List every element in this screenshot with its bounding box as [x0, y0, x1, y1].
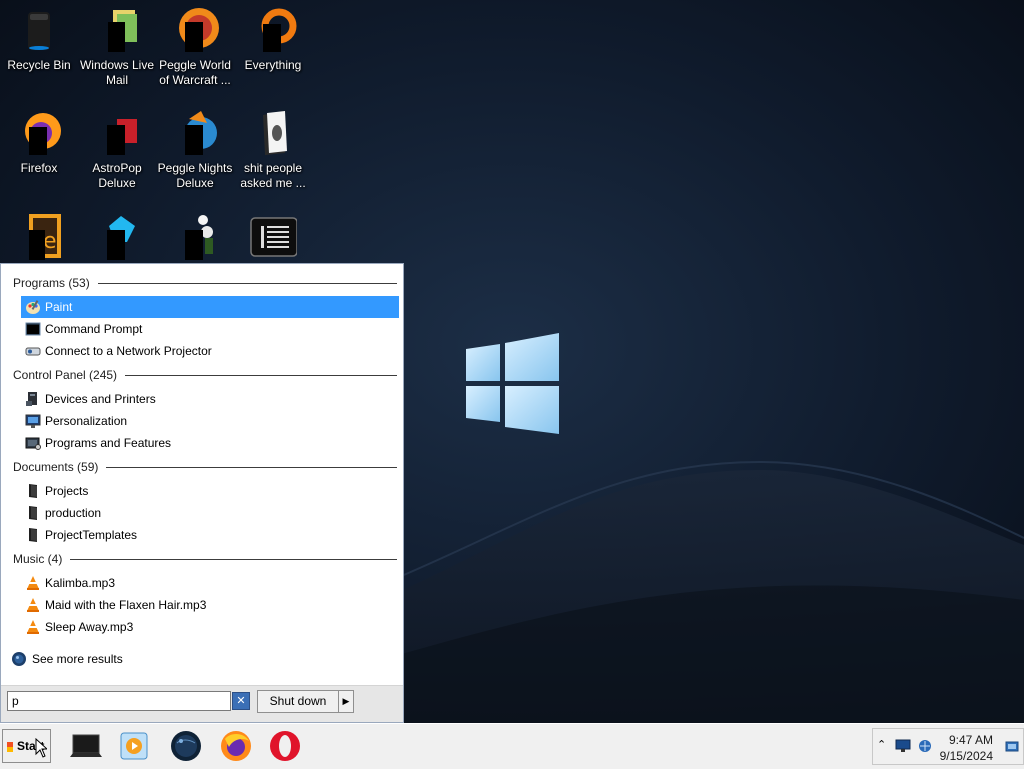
peggle-world-of-warcraft-icon [171, 6, 219, 54]
result-item-network-projector[interactable]: Connect to a Network Projector [21, 340, 399, 362]
system-tray: ⌃ 9:47 AM 9/15/2024 [872, 728, 1024, 765]
desktop-icon-flower[interactable] [156, 212, 234, 260]
start-menu-bottom-bar: ✕ Shut down ▶ [1, 685, 403, 722]
media-player-icon [120, 732, 148, 760]
command-prompt-icon [25, 321, 41, 337]
personalization-icon [25, 413, 41, 429]
vlc-icon [25, 575, 41, 591]
desktop-icon-label: Peggle Nights Deluxe [157, 161, 233, 190]
taskbar-app-globe[interactable] [169, 729, 203, 763]
result-item-project-templates[interactable]: ProjectTemplates [21, 524, 399, 546]
result-item-maid-with-flaxen-hair[interactable]: Maid with the Flaxen Hair.mp3 [21, 594, 399, 616]
clock-time: 9:47 AM [948, 733, 993, 747]
taskbar-app-laptop[interactable] [69, 729, 103, 763]
result-item-sleep-away[interactable]: Sleep Away.mp3 [21, 616, 399, 638]
chevron-up-icon[interactable]: ⌃ [877, 738, 886, 751]
desktop-icon-folder[interactable]: shit people asked me ... [234, 109, 312, 191]
shut-down-button[interactable]: Shut down [257, 690, 339, 713]
shut-down-options-arrow-icon[interactable]: ▶ [338, 690, 354, 713]
desktop-icon-astropop[interactable]: AstroPop Deluxe [78, 109, 156, 191]
search-input[interactable] [7, 691, 231, 711]
desktop-icon-label: Firefox [20, 161, 58, 175]
desktop-icon-label: shit people asked me ... [240, 161, 306, 190]
desktop-icon-recycle-bin[interactable]: Recycle Bin [0, 6, 78, 73]
svg-text:e: e [43, 229, 57, 254]
see-more-results-link[interactable]: See more results [11, 650, 123, 668]
taskbar-app-opera[interactable] [268, 729, 302, 763]
result-item-programs-and-features[interactable]: Programs and Features [21, 432, 399, 454]
document-icon [25, 505, 41, 521]
desktop-icon-peggle-wow[interactable]: Peggle World of Warcraft ... [156, 6, 234, 88]
desktop-icon-label: Windows Live Mail [79, 58, 155, 87]
desktop-icon-firefox[interactable]: Firefox [0, 109, 78, 176]
result-item-paint[interactable]: Paint [21, 296, 399, 318]
recycle-bin-icon [15, 6, 63, 54]
gem-app-icon [93, 212, 141, 260]
result-item-personalization[interactable]: Personalization [21, 410, 399, 432]
firefox-icon [15, 109, 63, 157]
peggle-nights-deluxe-icon [171, 109, 219, 157]
result-item-kalimba[interactable]: Kalimba.mp3 [21, 572, 399, 594]
taskbar-app-media-player[interactable] [118, 729, 152, 763]
desktop-icon-windows-live-mail[interactable]: Windows Live Mail [78, 6, 156, 88]
result-item-production[interactable]: production [21, 502, 399, 524]
windows-live-mail-icon [93, 6, 141, 54]
adobe-app-icon: e [15, 212, 63, 260]
firefox-icon [221, 731, 251, 761]
clock[interactable]: 9:47 AM 9/15/2024 [940, 732, 993, 764]
group-header-programs: Programs (53) [13, 275, 397, 291]
search-globe-icon [11, 651, 27, 667]
desktop-icon-label: Peggle World of Warcraft ... [159, 58, 231, 87]
vlc-icon [25, 597, 41, 613]
mouse-cursor-icon [35, 738, 47, 758]
opera-icon [270, 731, 300, 761]
astropop-deluxe-icon [93, 109, 141, 157]
desktop-icon-text-list[interactable] [234, 212, 312, 260]
vlc-icon [25, 619, 41, 635]
clear-search-icon[interactable]: ✕ [232, 692, 250, 710]
desktop-icon-label: Recycle Bin [7, 58, 71, 72]
globe-icon [171, 731, 201, 761]
flower-app-icon [171, 212, 219, 260]
network-projector-icon [25, 343, 41, 359]
document-icon [25, 527, 41, 543]
result-item-devices-and-printers[interactable]: Devices and Printers [21, 388, 399, 410]
result-item-projects[interactable]: Projects [21, 480, 399, 502]
clock-date: 9/15/2024 [939, 749, 993, 763]
desktop-icon-label: AstroPop Deluxe [92, 161, 142, 190]
devices-printers-icon [25, 391, 41, 407]
desktop-icon-adobe[interactable]: e [0, 212, 78, 260]
desktop-icon-label: Everything [244, 58, 302, 72]
start-flag-icon [7, 741, 13, 752]
monitor-icon[interactable] [895, 739, 911, 753]
laptop-icon [70, 734, 102, 757]
taskbar: Start ⌃ 9:47 AM 9/15/2024 [0, 723, 1024, 769]
result-item-command-prompt[interactable]: Command Prompt [21, 318, 399, 340]
start-menu-search-results: Programs (53) Paint Command Prompt Conne… [0, 263, 404, 723]
desktop-icon-gem[interactable] [78, 212, 156, 260]
taskbar-app-firefox[interactable] [219, 729, 253, 763]
notification-icon[interactable] [1005, 741, 1019, 753]
group-header-control-panel: Control Panel (245) [13, 367, 397, 383]
desktop-icon-everything[interactable]: Everything [234, 6, 312, 73]
network-icon[interactable] [917, 738, 933, 754]
paint-icon [25, 299, 41, 315]
text-list-app-icon [249, 212, 298, 260]
group-header-documents: Documents (59) [13, 459, 397, 475]
programs-features-icon [25, 435, 41, 451]
document-icon [25, 483, 41, 499]
group-header-music: Music (4) [13, 551, 397, 567]
folder-icon [249, 109, 297, 157]
everything-icon [249, 6, 297, 54]
desktop-icon-peggle-nights[interactable]: Peggle Nights Deluxe [156, 109, 234, 191]
